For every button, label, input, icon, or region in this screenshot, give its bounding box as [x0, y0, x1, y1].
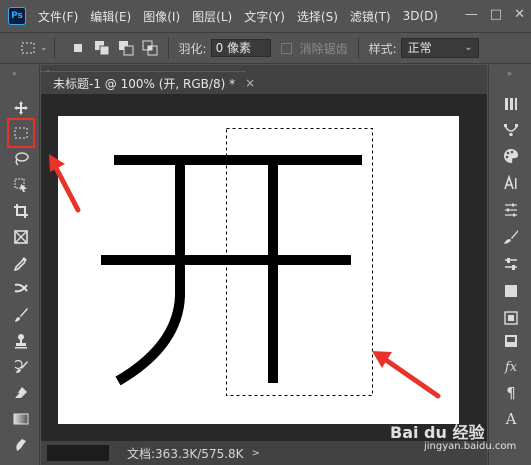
pilcrow-icon[interactable]: ¶ [499, 381, 523, 405]
lasso-tool-icon[interactable] [9, 147, 33, 171]
watermark-brand: Bai du 经验 [390, 423, 485, 442]
menu-layer[interactable]: 图层(L) [192, 8, 232, 25]
style-chevron-down-icon: ⌄ [464, 42, 473, 53]
feather-input[interactable]: 0 像素 [210, 39, 271, 57]
frame-tool-icon[interactable] [9, 225, 33, 249]
marquee-highlight-box [7, 118, 35, 148]
navigator-icon[interactable] [499, 92, 523, 116]
eraser-tool-icon[interactable] [9, 381, 33, 405]
options-bar: ⌄ 羽化: 0 像素 消除锯齿 样式: 正常 ⌄ [0, 32, 531, 64]
channels-icon[interactable] [499, 306, 523, 330]
move-tool-icon[interactable] [9, 96, 33, 120]
minimize-button[interactable]: — [465, 8, 478, 22]
brush-tool-icon[interactable] [9, 303, 33, 327]
style-select[interactable]: 正常 ⌄ [400, 38, 479, 58]
eyedropper-tool-icon[interactable] [9, 251, 33, 275]
layers-icon[interactable] [499, 279, 523, 303]
panel-dock-right: » fx ¶ A [488, 65, 531, 465]
maximize-button[interactable]: □ [490, 8, 502, 22]
add-selection-icon[interactable] [93, 39, 111, 57]
paragraph-adjust-icon[interactable] [499, 198, 523, 222]
menu-3d[interactable]: 3D(D) [403, 9, 438, 23]
preset-chevron-down-icon[interactable]: ⌄ [40, 43, 48, 53]
glyph-stroke-top [114, 155, 362, 165]
marquee-preset-icon[interactable] [19, 39, 37, 57]
menu-image[interactable]: 图像(I) [143, 8, 180, 25]
crop-tool-icon[interactable] [9, 199, 33, 223]
character-icon[interactable] [499, 171, 523, 195]
menu-type[interactable]: 文字(Y) [244, 8, 285, 25]
menu-bar: Ps 文件(F) 编辑(E) 图像(I) 图层(L) 文字(Y) 选择(S) 滤… [0, 0, 531, 32]
tab-close-icon[interactable]: × [245, 76, 255, 90]
document-tab[interactable]: 未标题-1 @ 100% (开, RGB/8) * × [41, 71, 255, 94]
photoshop-logo: Ps [8, 7, 26, 25]
swatches-icon[interactable] [499, 329, 523, 353]
menu-filter[interactable]: 滤镜(T) [350, 8, 391, 25]
status-expand-icon[interactable]: > [252, 448, 260, 459]
history-brush-tool-icon[interactable] [9, 355, 33, 379]
gradient-tool-icon[interactable] [9, 407, 33, 431]
feather-label: 羽化: [178, 41, 207, 56]
glyph-stroke-right [268, 160, 278, 383]
arrow-annotation-tool [49, 154, 81, 213]
baidu-watermark: Bai du 经验 jingyan.baidu.com [376, 413, 516, 457]
clone-stamp-tool-icon[interactable] [9, 329, 33, 353]
adjustments-icon[interactable] [499, 252, 523, 276]
new-selection-icon[interactable] [69, 39, 87, 57]
glyph-stroke-left [115, 160, 185, 386]
antialias-checkbox[interactable] [280, 42, 292, 54]
fx-icon[interactable]: fx [499, 355, 523, 379]
menu-file[interactable]: 文件(F) [38, 8, 78, 25]
close-window-button[interactable]: ✕ [514, 8, 525, 22]
document-size-text: 文档:363.3K/575.8K [127, 446, 244, 461]
path-icon[interactable] [499, 118, 523, 142]
glyphs-icon[interactable]: A [499, 407, 523, 431]
color-palette-icon[interactable] [499, 144, 523, 168]
style-label: 样式: [368, 41, 397, 56]
healing-brush-tool-icon[interactable] [9, 277, 33, 301]
smudge-tool-icon[interactable] [9, 433, 33, 457]
window-controls: — □ ✕ [465, 8, 525, 22]
arrow-annotation-selection [372, 351, 441, 399]
zoom-field[interactable] [47, 445, 109, 461]
menu-select[interactable]: 选择(S) [297, 8, 338, 25]
menu-edit[interactable]: 编辑(E) [90, 8, 131, 25]
toolbar-grip-icon: » [12, 69, 17, 78]
subtract-selection-icon[interactable] [117, 39, 135, 57]
intersect-selection-icon[interactable] [141, 39, 159, 57]
dock-grip-icon: » [507, 69, 512, 78]
watermark-url: jingyan.baidu.com [424, 441, 517, 452]
antialias-label: 消除锯齿 [299, 41, 348, 56]
document-tab-title: 未标题-1 @ 100% (开, RGB/8) * [53, 76, 236, 91]
brushes-icon[interactable] [499, 225, 523, 249]
style-select-value: 正常 [407, 41, 432, 55]
object-select-tool-icon[interactable] [9, 173, 33, 197]
